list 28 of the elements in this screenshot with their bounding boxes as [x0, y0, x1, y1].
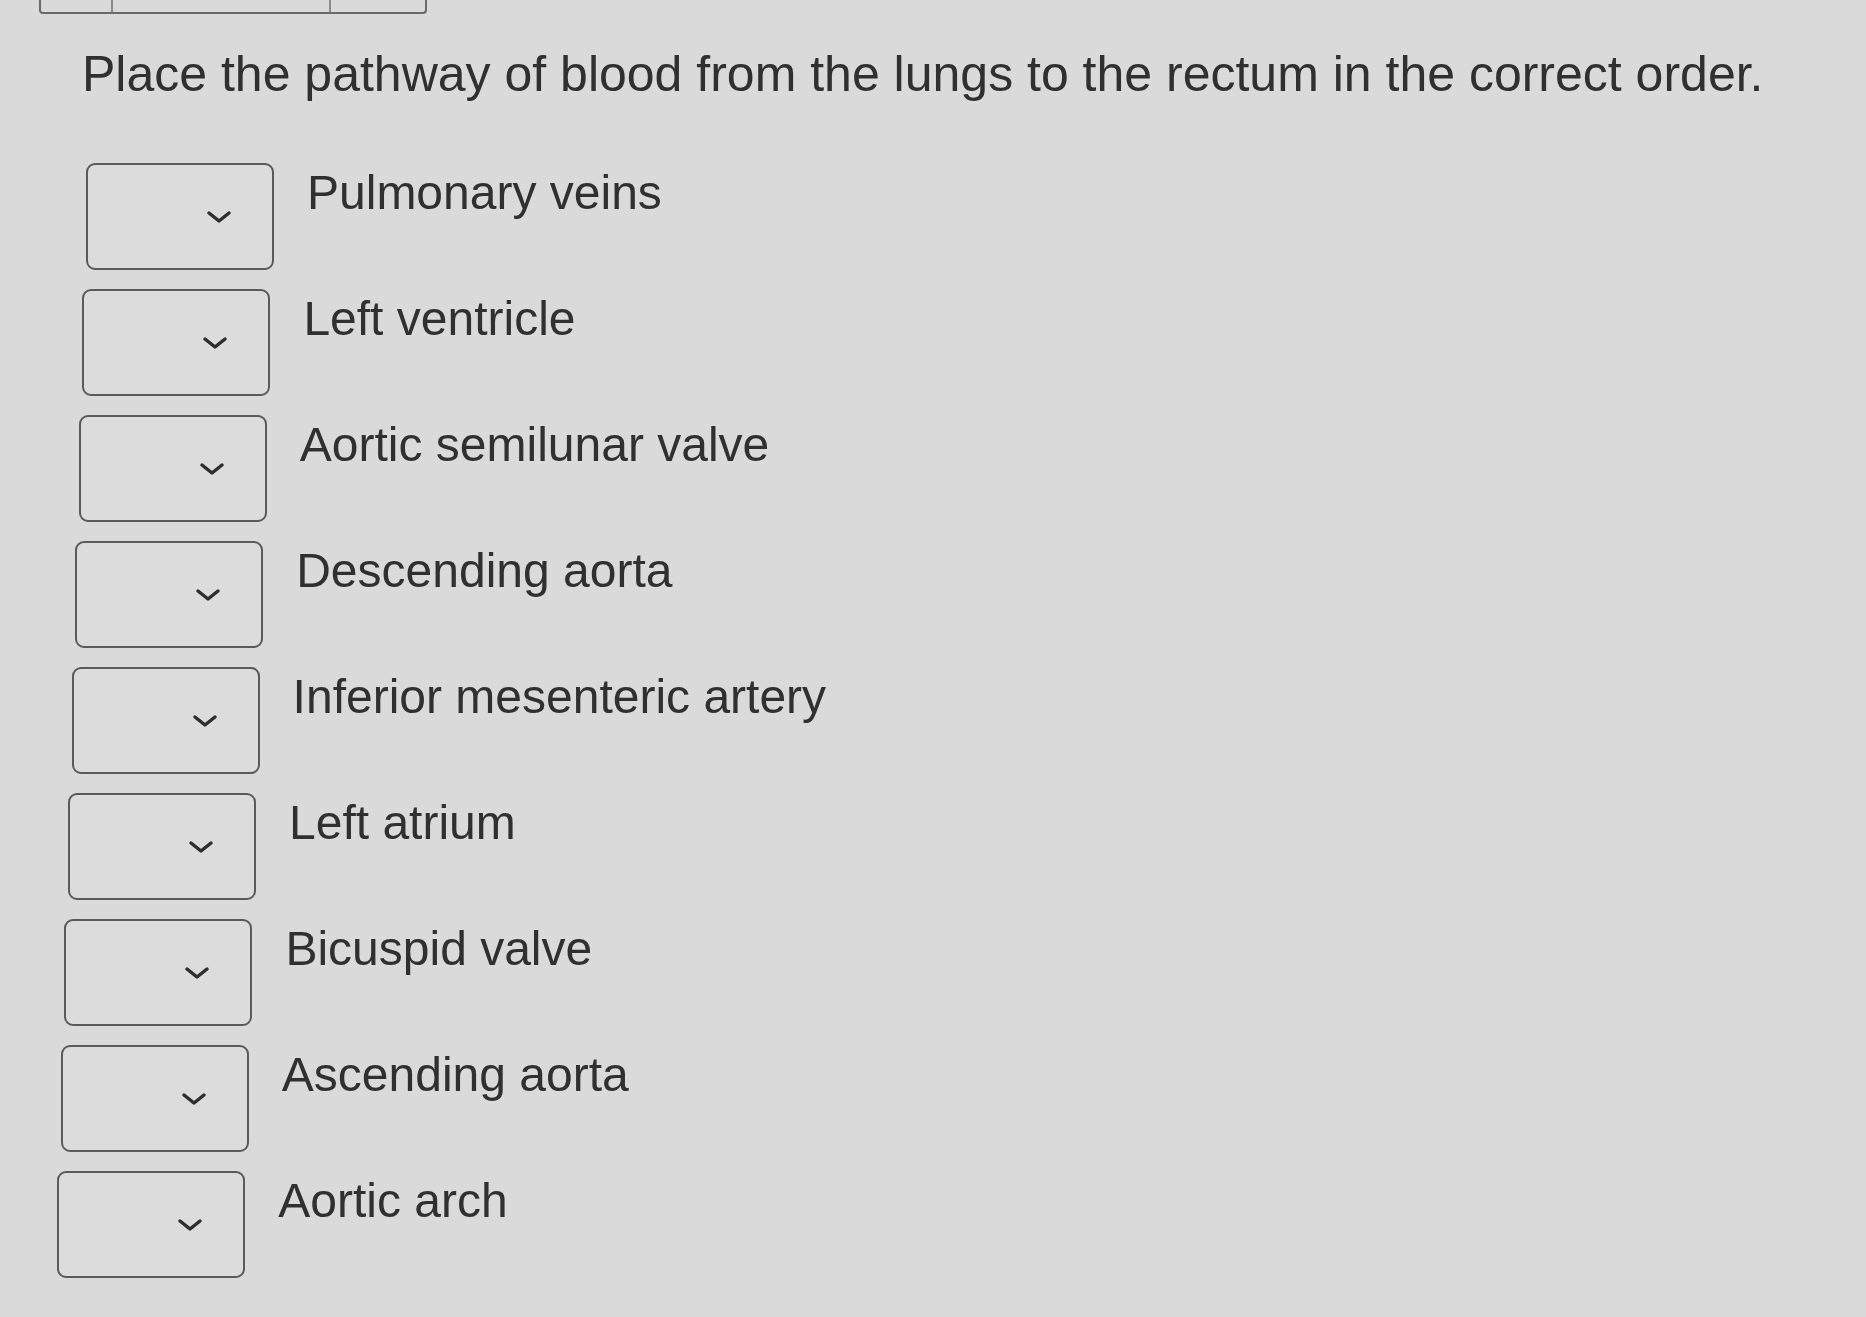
order-dropdown[interactable]	[71, 667, 260, 774]
item-label: Bicuspid valve	[285, 921, 593, 977]
chevron-down-icon	[184, 965, 211, 980]
chevron-down-icon	[206, 209, 232, 224]
order-dropdown[interactable]	[57, 1171, 246, 1278]
item-label: Descending aorta	[296, 543, 673, 599]
chevron-down-icon	[180, 1091, 207, 1106]
chevron-down-icon	[195, 587, 222, 602]
item-label: Ascending aorta	[281, 1047, 629, 1103]
order-dropdown[interactable]	[82, 289, 271, 396]
item-label: Pulmonary veins	[307, 165, 662, 221]
chevron-down-icon	[198, 461, 225, 476]
chevron-down-icon	[191, 713, 218, 728]
order-dropdown[interactable]	[60, 1045, 249, 1152]
order-dropdown[interactable]	[86, 163, 274, 270]
item-label: Aortic semilunar valve	[299, 417, 770, 473]
item-label: Inferior mesenteric artery	[292, 669, 827, 725]
item-label: Left ventricle	[303, 291, 576, 347]
item-label: Left atrium	[289, 795, 516, 851]
order-dropdown[interactable]	[75, 541, 264, 648]
question-prompt: Place the pathway of blood from the lungs to the rectum in the correct order.	[82, 45, 1764, 103]
order-dropdown[interactable]	[64, 919, 253, 1026]
chevron-down-icon	[188, 839, 214, 854]
chevron-down-icon	[177, 1217, 204, 1232]
item-label: Aortic arch	[278, 1173, 508, 1229]
order-dropdown[interactable]	[68, 793, 256, 900]
order-dropdown[interactable]	[78, 415, 267, 522]
chevron-down-icon	[202, 335, 229, 350]
